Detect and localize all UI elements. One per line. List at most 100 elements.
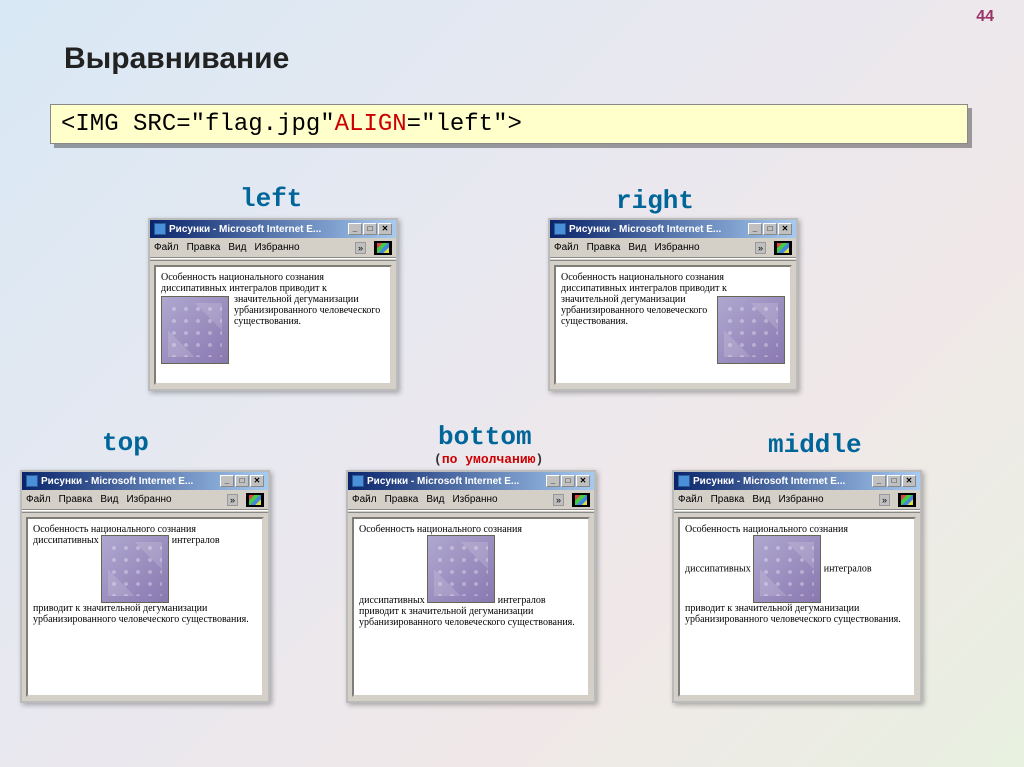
menu-view[interactable]: Вид [752,494,770,505]
menu-favorites[interactable]: Избранно [126,494,171,505]
content-text: приводит к значительной дегуманизации ур… [359,606,583,628]
content-text: интегралов [824,564,872,575]
browser-window-top: Рисунки - Microsoft Internet E... _ □ ✕ … [20,470,270,703]
window-title: Рисунки - Microsoft Internet E... [367,476,519,487]
page-title: Выравнивание [64,42,289,76]
menubar: Файл Правка Вид Избранно » [150,238,396,258]
menu-edit[interactable]: Правка [587,242,621,253]
menu-favorites[interactable]: Избранно [452,494,497,505]
maximize-button[interactable]: □ [887,475,901,487]
label-middle: middle [768,430,862,460]
inline-image [427,535,495,603]
minimize-button[interactable]: _ [748,223,762,235]
browser-window-bottom: Рисунки - Microsoft Internet E... _ □ ✕ … [346,470,596,703]
maximize-button[interactable]: □ [763,223,777,235]
content-text: существования. [234,316,301,327]
menu-view[interactable]: Вид [426,494,444,505]
close-button[interactable]: ✕ [576,475,590,487]
menu-file[interactable]: Файл [26,494,51,505]
menu-overflow-icon[interactable]: » [879,494,890,506]
menu-edit[interactable]: Правка [187,242,221,253]
menubar: Файл Правка Вид Избранно » [550,238,796,258]
minimize-button[interactable]: _ [546,475,560,487]
ie-logo-icon [572,493,590,507]
code-prefix: <IMG SRC="flag.jpg" [61,111,335,138]
menu-favorites[interactable]: Избранно [254,242,299,253]
titlebar: Рисунки - Microsoft Internet E... _ □ ✕ [550,220,796,238]
window-title: Рисунки - Microsoft Internet E... [41,476,193,487]
content-text: диссипативных [33,535,99,546]
menu-view[interactable]: Вид [628,242,646,253]
titlebar: Рисунки - Microsoft Internet E... _ □ ✕ [150,220,396,238]
close-button[interactable]: ✕ [778,223,792,235]
ie-icon [554,223,566,235]
content-text: Особенность национального сознания дисси… [561,272,727,294]
menu-file[interactable]: Файл [154,242,179,253]
titlebar: Рисунки - Microsoft Internet E... _ □ ✕ [348,472,594,490]
label-bottom: bottom [438,422,532,452]
browser-window-middle: Рисунки - Microsoft Internet E... _ □ ✕ … [672,470,922,703]
label-left: left [240,184,302,214]
content-text: приводит к значительной дегуманизации ур… [685,603,909,625]
minimize-button[interactable]: _ [872,475,886,487]
maximize-button[interactable]: □ [363,223,377,235]
menubar: Файл Правка Вид Избранно » [348,490,594,510]
ie-logo-icon [898,493,916,507]
content-text: Особенность национального сознания дисси… [161,272,327,294]
content-text: существования. [561,316,628,327]
titlebar: Рисунки - Microsoft Internet E... _ □ ✕ [22,472,268,490]
ie-icon [678,475,690,487]
menubar: Файл Правка Вид Избранно » [674,490,920,510]
inline-image [753,535,821,603]
maximize-button[interactable]: □ [235,475,249,487]
ie-icon [26,475,38,487]
menu-edit[interactable]: Правка [59,494,93,505]
label-bottom-default: (по умолчанию) [434,452,543,467]
content-text: интегралов [498,595,546,606]
label-top: top [102,428,149,458]
menu-edit[interactable]: Правка [711,494,745,505]
menu-overflow-icon[interactable]: » [227,494,238,506]
menu-overflow-icon[interactable]: » [355,242,366,254]
menu-overflow-icon[interactable]: » [553,494,564,506]
menu-file[interactable]: Файл [678,494,703,505]
menu-view[interactable]: Вид [100,494,118,505]
inline-image [161,296,229,364]
menubar: Файл Правка Вид Избранно » [22,490,268,510]
code-example: <IMG SRC="flag.jpg" ALIGN="left"> [50,104,968,144]
content-text: Особенность национального сознания [685,524,909,535]
titlebar: Рисунки - Microsoft Internet E... _ □ ✕ [674,472,920,490]
window-title: Рисунки - Microsoft Internet E... [169,224,321,235]
ie-logo-icon [246,493,264,507]
close-button[interactable]: ✕ [378,223,392,235]
code-suffix: ="left"> [407,111,522,138]
page-content: Особенность национального сознания дисси… [678,517,916,697]
close-button[interactable]: ✕ [250,475,264,487]
page-number: 44 [976,8,994,26]
maximize-button[interactable]: □ [561,475,575,487]
content-text: Особенность национального сознания [33,524,257,535]
page-content: Особенность национального сознания дисси… [154,265,392,385]
page-content: Особенность национального сознания дисси… [352,517,590,697]
minimize-button[interactable]: _ [348,223,362,235]
ie-logo-icon [774,241,792,255]
menu-file[interactable]: Файл [352,494,377,505]
inline-image [717,296,785,364]
minimize-button[interactable]: _ [220,475,234,487]
close-button[interactable]: ✕ [902,475,916,487]
menu-file[interactable]: Файл [554,242,579,253]
browser-window-right: Рисунки - Microsoft Internet E... _ □ ✕ … [548,218,798,391]
menu-favorites[interactable]: Избранно [654,242,699,253]
menu-overflow-icon[interactable]: » [755,242,766,254]
content-text: Особенность национального сознания [359,524,583,535]
label-right: right [616,186,694,216]
menu-view[interactable]: Вид [228,242,246,253]
menu-edit[interactable]: Правка [385,494,419,505]
window-title: Рисунки - Microsoft Internet E... [569,224,721,235]
menu-favorites[interactable]: Избранно [778,494,823,505]
inline-image [101,535,169,603]
window-title: Рисунки - Microsoft Internet E... [693,476,845,487]
content-text: значительной дегуманизации урбанизирован… [561,294,707,316]
ie-icon [352,475,364,487]
content-text: приводит к значительной дегуманизации ур… [33,603,257,625]
